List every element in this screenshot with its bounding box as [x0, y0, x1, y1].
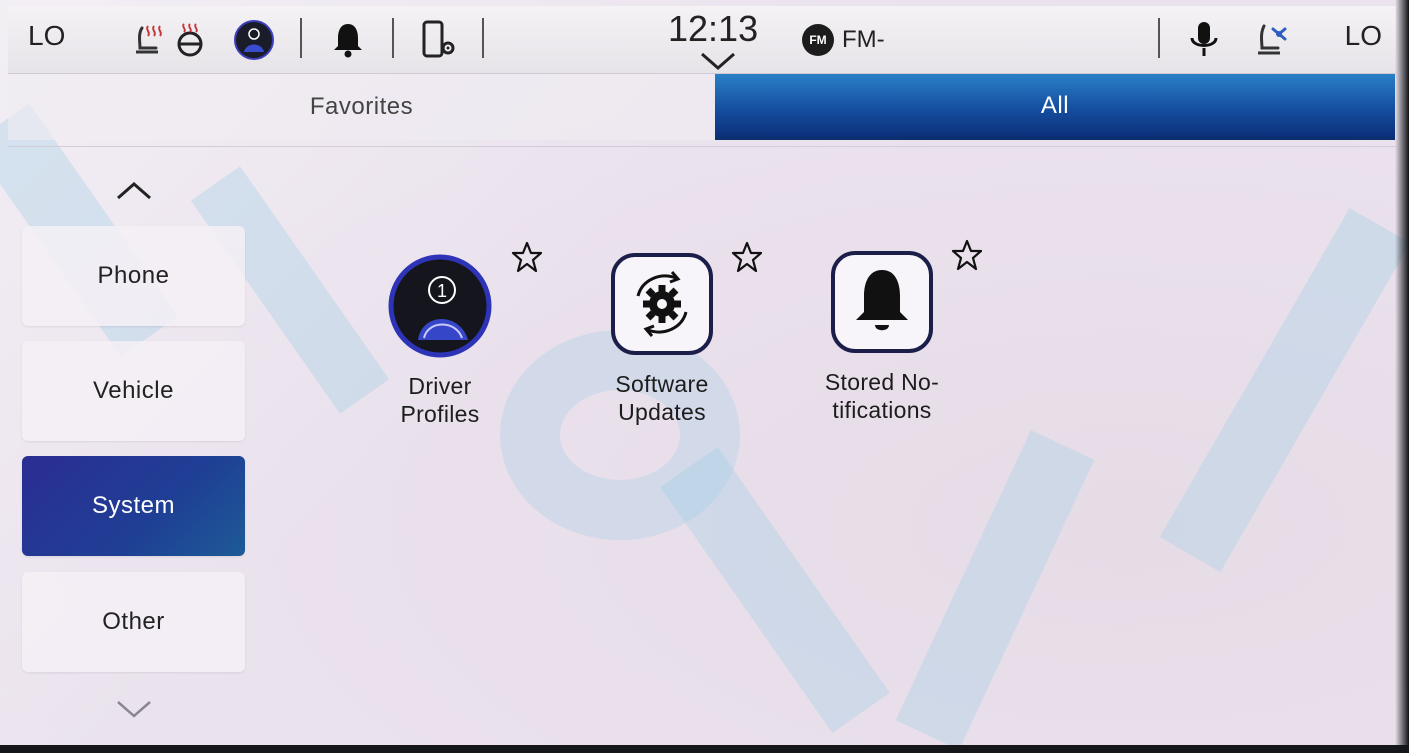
sidebar-item-vehicle[interactable]: Vehicle — [22, 341, 245, 441]
favorite-star-icon[interactable] — [950, 238, 984, 272]
screen-edge — [0, 745, 1409, 753]
app-label: Driver Profiles — [400, 373, 480, 427]
status-bar: LO 12:13 FM FM- LO — [8, 6, 1396, 74]
sidebar-item-system[interactable]: System — [22, 456, 245, 556]
svg-text:1: 1 — [437, 281, 447, 301]
driver-profile-icon[interactable] — [234, 20, 274, 60]
watermark-shape — [1159, 207, 1409, 573]
chevron-down-icon[interactable] — [698, 50, 738, 72]
app-software-updates[interactable]: Software Updates — [560, 252, 760, 442]
divider — [1158, 18, 1160, 58]
divider — [392, 18, 394, 58]
heated-seat-icon[interactable] — [128, 20, 168, 60]
right-temperature[interactable]: LO — [1345, 20, 1382, 52]
chevron-down-icon[interactable] — [110, 694, 158, 724]
watermark-shape — [660, 447, 890, 733]
sidebar-item-phone[interactable]: Phone — [22, 226, 245, 326]
favorite-star-icon[interactable] — [510, 240, 544, 274]
left-temperature[interactable]: LO — [28, 20, 65, 52]
watermark-shape — [895, 430, 1095, 750]
divider — [482, 18, 484, 58]
tab-bar: Favorites All — [8, 74, 1396, 140]
tab-all[interactable]: All — [715, 74, 1395, 140]
favorite-star-icon[interactable] — [730, 240, 764, 274]
screen: LO 12:13 FM FM- LO Favorites All Phone V… — [0, 0, 1409, 753]
microphone-icon[interactable] — [1184, 20, 1224, 60]
radio-station-label[interactable]: FM- — [842, 26, 885, 54]
app-driver-profiles[interactable]: 1 Driver Profiles — [338, 254, 538, 444]
radio-source-badge[interactable]: FM — [802, 24, 834, 56]
heated-steering-icon[interactable] — [170, 20, 210, 60]
clock: 12:13 — [668, 8, 759, 49]
notifications-bell-icon[interactable] — [328, 20, 368, 60]
driver-profile-icon: 1 — [388, 254, 492, 358]
sidebar-item-other[interactable]: Other — [22, 572, 245, 672]
phone-settings-icon[interactable] — [418, 20, 458, 60]
app-label: Software Updates — [615, 371, 709, 425]
divider — [8, 146, 1396, 147]
seat-fan-icon[interactable] — [1252, 20, 1292, 60]
app-label: Stored No- tifications — [824, 369, 940, 423]
bell-icon — [831, 251, 933, 353]
screen-edge — [1395, 0, 1409, 753]
app-stored-notifications[interactable]: Stored No- tifications — [780, 250, 980, 440]
tab-favorites[interactable]: Favorites — [8, 74, 715, 140]
software-update-icon — [611, 253, 713, 355]
chevron-up-icon[interactable] — [110, 176, 158, 206]
divider — [300, 18, 302, 58]
